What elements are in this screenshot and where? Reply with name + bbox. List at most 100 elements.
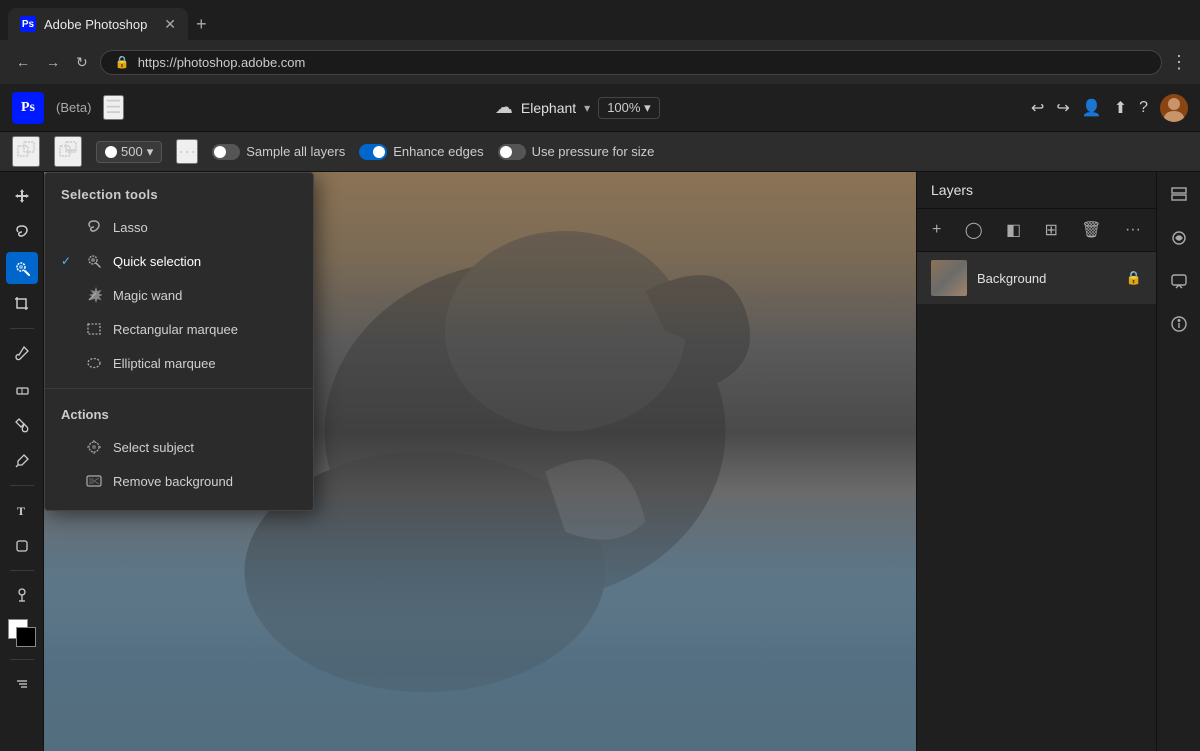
- main-area: T: [0, 172, 1200, 751]
- use-pressure-toggle[interactable]: [498, 144, 526, 160]
- use-pressure-toggle-group: Use pressure for size: [498, 144, 655, 160]
- quick-selection-label: Quick selection: [113, 254, 201, 269]
- sample-all-layers-label: Sample all layers: [246, 144, 345, 159]
- rect-marquee-label: Rectangular marquee: [113, 322, 238, 337]
- hamburger-menu-button[interactable]: ☰: [103, 95, 123, 120]
- zoom-level-button[interactable]: 100% ▾: [598, 97, 659, 119]
- new-tab-button[interactable]: +: [196, 14, 207, 35]
- eyedropper-tool-button[interactable]: [6, 445, 38, 477]
- layer-lock-icon: 🔒: [1126, 270, 1142, 286]
- options-bar: 500 ▾ ··· Sample all layers Enhance edge…: [0, 132, 1200, 172]
- sample-all-layers-toggle[interactable]: [212, 144, 240, 160]
- more-options-button[interactable]: ···: [176, 139, 198, 164]
- ellip-marquee-icon: [85, 354, 103, 372]
- lasso-tool-button[interactable]: [6, 216, 38, 248]
- toolbar-separator-2: [10, 485, 34, 486]
- address-bar[interactable]: 🔒 https://photoshop.adobe.com: [100, 50, 1162, 75]
- layers-view-button[interactable]: [1164, 180, 1194, 215]
- avatar[interactable]: [1160, 94, 1188, 122]
- file-name: Elephant: [521, 100, 576, 116]
- browser-tab[interactable]: Ps Adobe Photoshop ✕: [8, 8, 188, 40]
- magic-wand-icon: [85, 286, 103, 304]
- undo-button[interactable]: ↩: [1031, 98, 1044, 118]
- actions-section-title: Actions: [45, 397, 313, 430]
- zoom-chevron-icon: ▾: [644, 100, 651, 115]
- chat-button[interactable]: [1164, 266, 1194, 301]
- browser-chrome: Ps Adobe Photoshop ✕ + ← → ↻ 🔒 https://p…: [0, 0, 1200, 84]
- eraser-tool-button[interactable]: [6, 373, 38, 405]
- delete-layer-button[interactable]: 🗑: [1078, 217, 1104, 243]
- brush-tool-button[interactable]: [6, 337, 38, 369]
- remove-background-item[interactable]: Remove background: [45, 464, 313, 498]
- group-layer-button[interactable]: ⊞: [1042, 217, 1061, 243]
- tab-close-button[interactable]: ✕: [164, 16, 176, 33]
- redo-button[interactable]: ↪: [1056, 98, 1069, 118]
- browser-menu-icon[interactable]: ⋮: [1170, 52, 1188, 73]
- select-subject-item[interactable]: Select subject: [45, 430, 313, 464]
- move-tool-button[interactable]: [6, 180, 38, 212]
- brush-size-button[interactable]: 500 ▾: [96, 141, 162, 163]
- layer-name: Background: [977, 271, 1116, 286]
- dropdown-divider: [45, 388, 313, 389]
- canvas-area[interactable]: Selection tools Lasso ✓ Quick selection: [44, 172, 916, 751]
- select-subject-label: Select subject: [113, 440, 194, 455]
- quick-selection-check: ✓: [61, 254, 75, 268]
- lasso-item[interactable]: Lasso: [45, 210, 313, 244]
- crop-tool-button[interactable]: [6, 288, 38, 320]
- reload-button[interactable]: ↻: [72, 50, 92, 75]
- ps-title-center: ☁ Elephant ▾ 100% ▾: [136, 97, 1019, 119]
- toolbar-separator: [10, 328, 34, 329]
- subtract-selection-button[interactable]: [54, 136, 82, 167]
- layer-actions-row: + ◯ ◧ ⊞ 🗑 ···: [917, 209, 1156, 252]
- lock-icon: 🔒: [115, 55, 130, 69]
- forward-button[interactable]: →: [42, 50, 64, 74]
- info-button[interactable]: [1164, 309, 1194, 344]
- lasso-label: Lasso: [113, 220, 148, 235]
- cloud-icon: ☁: [495, 97, 513, 118]
- adjustments-button[interactable]: [1164, 223, 1194, 258]
- tab-favicon: Ps: [20, 16, 36, 32]
- enhance-edges-toggle[interactable]: [359, 144, 387, 160]
- help-button[interactable]: ?: [1139, 99, 1148, 117]
- svg-text:T: T: [17, 504, 25, 518]
- toolbar-separator-3: [10, 570, 34, 571]
- mask-layer-button[interactable]: ◯: [962, 217, 986, 243]
- enhance-edges-label: Enhance edges: [393, 144, 483, 159]
- back-button[interactable]: ←: [12, 50, 34, 74]
- selection-tools-dropdown: Selection tools Lasso ✓ Quick selection: [44, 172, 314, 511]
- layer-item[interactable]: Background 🔒: [917, 252, 1156, 304]
- sort-tool-button[interactable]: [6, 668, 38, 700]
- eyedropper-color-button[interactable]: [6, 579, 38, 611]
- add-selection-button[interactable]: [12, 136, 40, 167]
- paint-bucket-tool-button[interactable]: [6, 409, 38, 441]
- layers-panel-title: Layers: [931, 182, 973, 198]
- rect-marquee-item[interactable]: Rectangular marquee: [45, 312, 313, 346]
- selection-tools-title: Selection tools: [45, 173, 313, 210]
- share-button[interactable]: ⬆: [1114, 98, 1127, 118]
- water-effect: [44, 490, 916, 751]
- text-tool-button[interactable]: T: [6, 494, 38, 526]
- quick-selection-tool-button[interactable]: [6, 252, 38, 284]
- ps-beta-label: (Beta): [56, 100, 91, 115]
- profile-button[interactable]: 👤: [1082, 98, 1102, 118]
- color-indicator: [8, 619, 36, 647]
- select-subject-check: [61, 440, 75, 454]
- tab-bar: Ps Adobe Photoshop ✕ +: [0, 0, 1200, 40]
- lasso-check: [61, 220, 75, 234]
- tab-title: Adobe Photoshop: [44, 17, 156, 32]
- magic-wand-label: Magic wand: [113, 288, 182, 303]
- zoom-value: 100%: [607, 100, 640, 115]
- adjustment-layer-button[interactable]: ◧: [1003, 217, 1024, 243]
- brush-size-chevron-icon: ▾: [147, 144, 154, 160]
- shape-tool-button[interactable]: [6, 530, 38, 562]
- magic-wand-item[interactable]: Magic wand: [45, 278, 313, 312]
- enhance-edges-toggle-group: Enhance edges: [359, 144, 483, 160]
- quick-selection-item[interactable]: ✓ Quick selection: [45, 244, 313, 278]
- more-layer-options-button[interactable]: ···: [1122, 218, 1144, 242]
- ellip-marquee-check: [61, 356, 75, 370]
- background-color[interactable]: [16, 627, 36, 647]
- ellip-marquee-item[interactable]: Elliptical marquee: [45, 346, 313, 380]
- far-right-panel: [1156, 172, 1200, 751]
- add-layer-button[interactable]: +: [929, 218, 944, 242]
- filename-chevron-icon[interactable]: ▾: [584, 101, 590, 115]
